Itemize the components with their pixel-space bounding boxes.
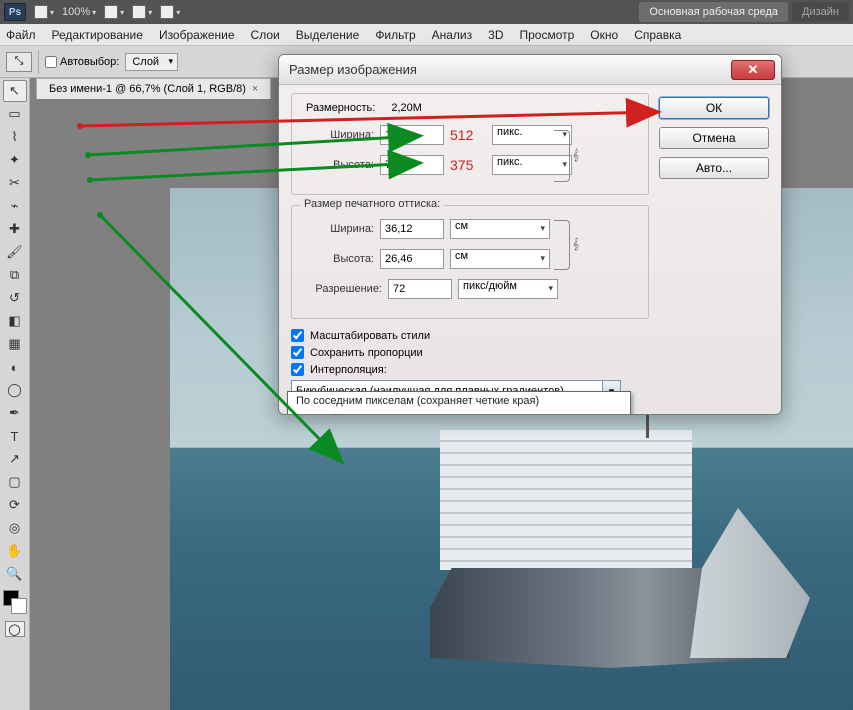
lasso-tool[interactable]: ⌇ [3,126,27,148]
quickmask-toggle[interactable]: ◯ [5,621,25,637]
pixel-width-new: 512 [450,127,486,143]
menu-help[interactable]: Справка [634,28,681,42]
document-tab-close[interactable]: × [252,83,258,95]
workspace-tab-design[interactable]: Дизайн [792,2,849,22]
layer-select-dropdown[interactable]: Слой [125,53,178,71]
interpolation-checkbox[interactable]: Интерполяция: [291,363,649,376]
zoom-display[interactable]: 100%▾ [62,6,96,18]
print-width-label: Ширина: [302,223,374,235]
move-tool-preview[interactable]: ⤡ [6,52,32,72]
healing-brush-tool[interactable]: ✚ [3,218,27,240]
pen-tool[interactable]: ✒ [3,402,27,424]
cancel-button[interactable]: Отмена [659,127,769,149]
menu-select[interactable]: Выделение [296,28,360,42]
menubar: Файл Редактирование Изображение Слои Выд… [0,24,853,46]
pixel-height-label: Высота: [302,159,374,171]
pixel-height-new: 375 [450,157,486,173]
menu-layer[interactable]: Слои [251,28,280,42]
print-height-input[interactable] [380,249,444,269]
menu-file[interactable]: Файл [6,28,36,42]
bridge-menu[interactable]: ▾ [34,5,54,19]
move-tool[interactable]: ↖ [3,80,27,102]
keep-proportions-checkbox[interactable]: Сохранить пропорции [291,346,649,359]
shape-tool[interactable]: ▢ [3,471,27,493]
print-group-title: Размер печатного оттиска: [300,198,444,210]
stamp-tool[interactable]: ⧉ [3,264,27,286]
dimension-label: Размерность: [306,102,375,114]
dodge-tool[interactable]: ◯ [3,379,27,401]
app-logo: Ps [4,3,26,21]
screen-mode-icon[interactable]: ▾ [160,5,180,19]
color-swatches[interactable] [3,590,27,614]
eraser-tool[interactable]: ◧ [3,310,27,332]
chain-icon-print[interactable]: 𝄞 [572,239,579,252]
print-height-unit[interactable]: см [450,249,550,269]
print-width-input[interactable] [380,219,444,239]
resolution-input[interactable] [388,279,452,299]
ok-button[interactable]: ОК [659,97,769,119]
brush-tool[interactable]: 🖌 [3,241,27,263]
interp-option-0[interactable]: По соседним пикселам (сохраняет четкие к… [288,392,630,410]
print-width-unit[interactable]: см [450,219,550,239]
dialog-title: Размер изображения [285,62,731,77]
menu-3d[interactable]: 3D [488,28,503,42]
document-tab-label: Без имени-1 @ 66,7% (Слой 1, RGB/8) [49,83,246,95]
menu-view[interactable]: Просмотр [519,28,574,42]
toolbox: ↖ ▭ ⌇ ✦ ✂ ⌁ ✚ 🖌 ⧉ ↺ ◧ ▦ ◐ ◯ ✒ T ↗ ▢ ⟳ ◎ … [0,78,30,710]
menu-filter[interactable]: Фильтр [375,28,415,42]
workspace-tab-main[interactable]: Основная рабочая среда [639,2,788,22]
history-brush-tool[interactable]: ↺ [3,287,27,309]
app-topbar: Ps ▾ 100%▾ ▾ ▾ ▾ Основная рабочая среда … [0,0,853,24]
menu-analysis[interactable]: Анализ [432,28,473,42]
pixel-width-input[interactable] [380,125,444,145]
blur-tool[interactable]: ◐ [3,356,27,378]
resolution-label: Разрешение: [302,283,382,295]
auto-select-checkbox[interactable]: Автовыбор: [45,56,119,68]
3d-camera-tool[interactable]: ◎ [3,517,27,539]
arrange-docs-icon[interactable]: ▾ [132,5,152,19]
menu-window[interactable]: Окно [590,28,618,42]
interpolation-dropdown: По соседним пикселам (сохраняет четкие к… [287,391,631,415]
3d-tool[interactable]: ⟳ [3,494,27,516]
scale-styles-checkbox[interactable]: Масштабировать стили [291,329,649,342]
dialog-titlebar[interactable]: Размер изображения ✕ [279,55,781,85]
menu-image[interactable]: Изображение [159,28,235,42]
resolution-unit[interactable]: пикс/дюйм [458,279,558,299]
pixel-height-input[interactable] [380,155,444,175]
pixel-dimensions-group: Размерность: 2,20M Ширина: 512 пикс. Выс… [291,93,649,195]
auto-button[interactable]: Авто... [659,157,769,179]
crop-tool[interactable]: ✂ [3,172,27,194]
magic-wand-tool[interactable]: ✦ [3,149,27,171]
marquee-tool[interactable]: ▭ [3,103,27,125]
pixel-width-label: Ширина: [302,129,374,141]
dialog-close-button[interactable]: ✕ [731,60,775,80]
print-height-label: Высота: [302,253,374,265]
hand-tool[interactable]: ✋ [3,540,27,562]
interp-option-1[interactable]: Билинейная [288,410,630,415]
print-size-group: Размер печатного оттиска: Ширина: см Выс… [291,205,649,319]
document-tab[interactable]: Без имени-1 @ 66,7% (Слой 1, RGB/8) × [36,78,271,99]
image-size-dialog: Размер изображения ✕ Размерность: 2,20M … [278,54,782,415]
background-swatch[interactable] [11,598,27,614]
chain-icon[interactable]: 𝄞 [572,150,579,163]
zoom-tool[interactable]: 🔍 [3,563,27,585]
dimension-value: 2,20M [391,102,422,114]
eyedropper-tool[interactable]: ⌁ [3,195,27,217]
type-tool[interactable]: T [3,425,27,447]
path-select-tool[interactable]: ↗ [3,448,27,470]
menu-edit[interactable]: Редактирование [52,28,143,42]
hand-tool-icon[interactable]: ▾ [104,5,124,19]
gradient-tool[interactable]: ▦ [3,333,27,355]
